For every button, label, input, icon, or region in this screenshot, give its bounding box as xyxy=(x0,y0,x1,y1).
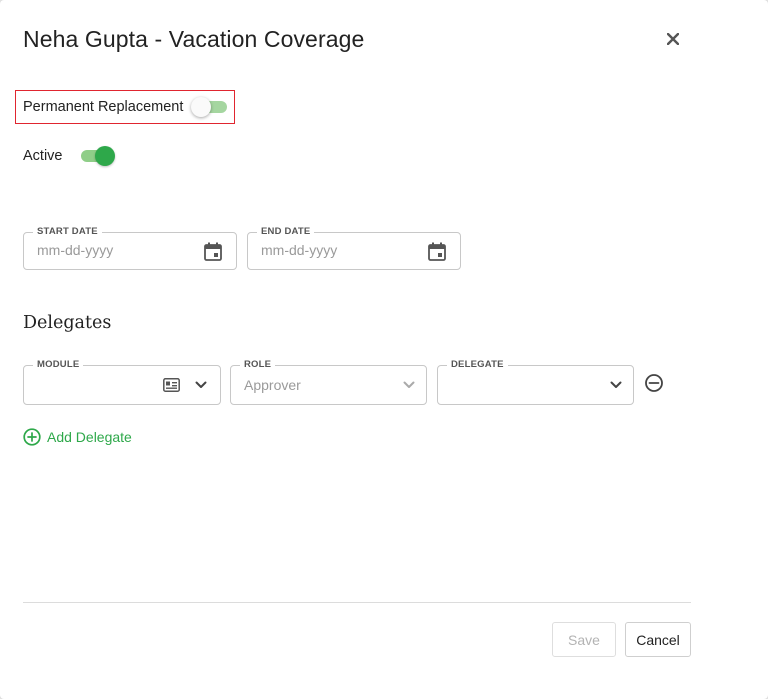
add-delegate-label: Add Delegate xyxy=(47,429,132,445)
cancel-button[interactable]: Cancel xyxy=(625,622,691,657)
plus-circle-icon xyxy=(23,428,41,446)
start-date-input[interactable] xyxy=(37,242,187,258)
start-date-field: START DATE xyxy=(23,226,237,270)
permanent-replacement-toggle[interactable] xyxy=(191,96,229,118)
permanent-replacement-row: Permanent Replacement xyxy=(15,90,235,124)
end-date-input[interactable] xyxy=(261,242,411,258)
active-toggle[interactable] xyxy=(77,145,115,167)
id-card-icon xyxy=(162,376,180,394)
end-date-field: END DATE xyxy=(247,226,461,270)
calendar-icon[interactable] xyxy=(203,241,223,261)
footer-divider xyxy=(23,602,691,603)
vacation-coverage-dialog: Neha Gupta - Vacation Coverage Permanent… xyxy=(0,0,768,699)
start-date-label: START DATE xyxy=(33,226,102,237)
calendar-icon[interactable] xyxy=(427,241,447,261)
role-value: Approver xyxy=(244,377,301,393)
delegate-label: DELEGATE xyxy=(447,359,508,370)
toggle-knob xyxy=(191,97,212,117)
close-button[interactable] xyxy=(662,28,684,50)
delegates-heading: Delegates xyxy=(23,313,112,333)
chevron-down-icon xyxy=(402,378,416,392)
module-label: MODULE xyxy=(33,359,84,370)
chevron-down-icon xyxy=(609,378,623,392)
remove-delegate-button[interactable] xyxy=(644,373,666,395)
save-button[interactable]: Save xyxy=(552,622,616,657)
active-row: Active xyxy=(23,144,115,168)
permanent-replacement-label: Permanent Replacement xyxy=(23,99,184,115)
role-label: ROLE xyxy=(240,359,276,370)
active-label: Active xyxy=(23,148,63,164)
add-delegate-button[interactable]: Add Delegate xyxy=(23,428,132,446)
minus-circle-icon xyxy=(645,374,663,392)
chevron-down-icon xyxy=(194,378,208,392)
delegate-select[interactable]: DELEGATE xyxy=(437,359,634,405)
module-select[interactable]: MODULE xyxy=(23,359,221,405)
role-select[interactable]: ROLE Approver xyxy=(230,359,427,405)
toggle-knob xyxy=(94,146,115,166)
dialog-title: Neha Gupta - Vacation Coverage xyxy=(23,26,365,52)
close-icon xyxy=(667,33,679,45)
end-date-label: END DATE xyxy=(257,226,315,237)
